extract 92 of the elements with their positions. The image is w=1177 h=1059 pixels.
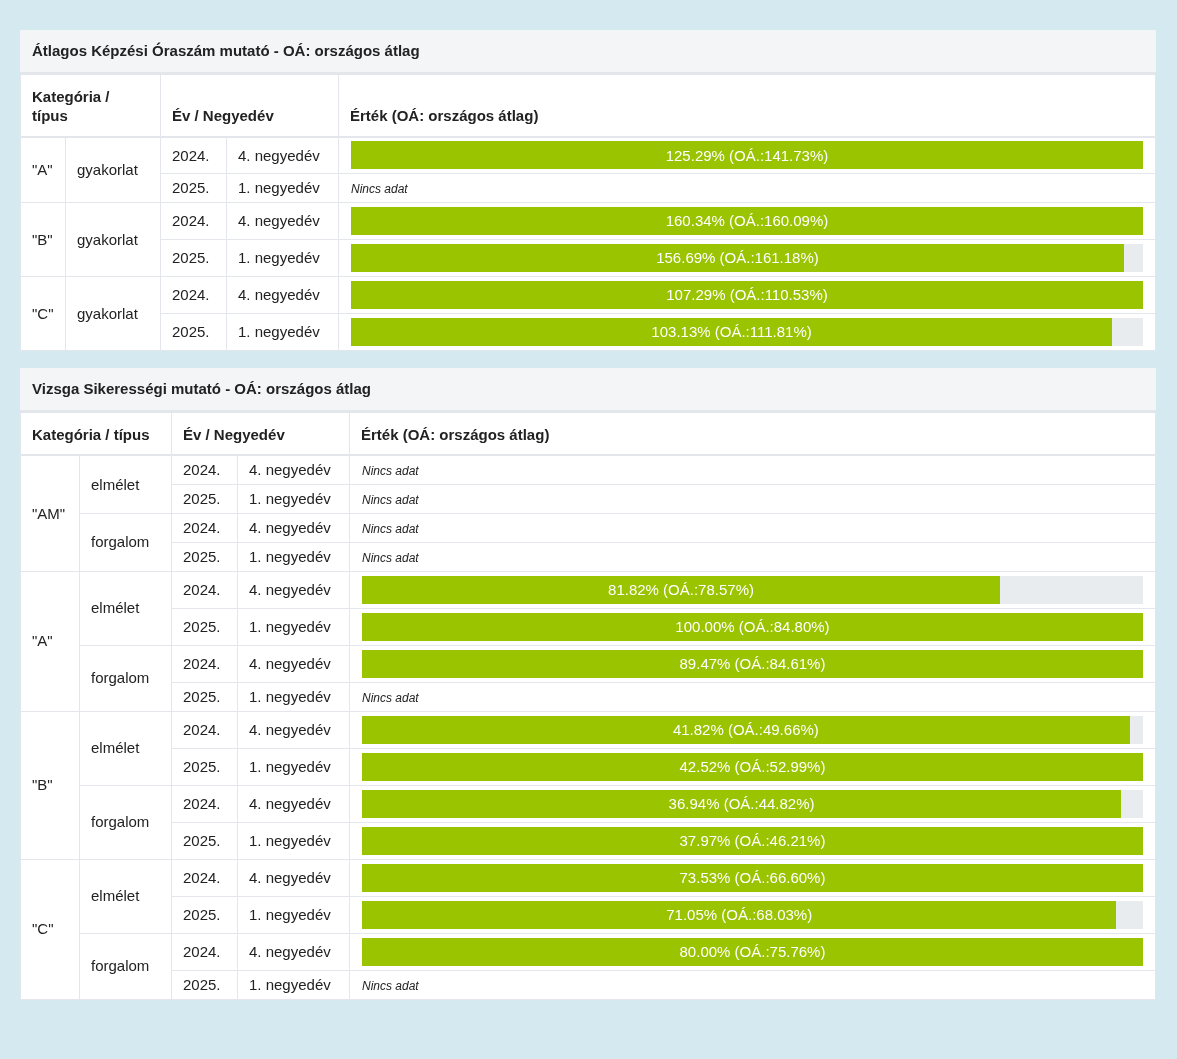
year-cell: 2025.	[171, 970, 238, 999]
year-cell: 2024.	[171, 645, 238, 682]
category-cell: "B"	[20, 202, 66, 277]
year-cell: 2024.	[171, 455, 238, 484]
year-cell: 2025.	[160, 313, 227, 351]
column-header: Érték (OÁ: országos átlag)	[338, 74, 1156, 137]
progress-bar: 100.00% (OÁ.:84.80%)	[362, 612, 1143, 641]
year-cell: 2025.	[171, 896, 238, 933]
type-cell: elmélet	[79, 859, 172, 933]
quarter-cell: 1. negyedév	[237, 822, 350, 859]
category-cell: "AM"	[20, 455, 80, 571]
quarter-cell: 1. negyedév	[237, 970, 350, 999]
category-cell: "C"	[20, 276, 66, 351]
progress-bar: 89.47% (OÁ.:84.61%)	[362, 649, 1143, 678]
progress-bar: 125.29% (OÁ.:141.73%)	[351, 141, 1143, 170]
type-cell: forgalom	[79, 645, 172, 711]
quarter-cell: 4. negyedév	[237, 859, 350, 896]
type-cell: forgalom	[79, 933, 172, 999]
no-data-text: Nincs adat	[362, 690, 419, 705]
type-cell: gyakorlat	[65, 276, 161, 351]
year-cell: 2024.	[171, 785, 238, 822]
column-header: Kategória / típus	[20, 412, 172, 455]
year-cell: 2025.	[171, 608, 238, 645]
type-cell: elmélet	[79, 571, 172, 645]
type-cell: forgalom	[79, 513, 172, 571]
year-cell: 2025.	[160, 173, 227, 203]
progress-bar: 73.53% (OÁ.:66.60%)	[362, 863, 1143, 892]
category-cell: "B"	[20, 711, 80, 859]
category-cell: "A"	[20, 136, 66, 203]
quarter-cell: 4. negyedév	[237, 571, 350, 608]
year-cell: 2024.	[171, 571, 238, 608]
no-data-text: Nincs adat	[362, 463, 419, 478]
category-cell: "A"	[20, 571, 80, 711]
quarter-cell: 4. negyedév	[237, 455, 350, 484]
type-cell: elmélet	[79, 711, 172, 785]
progress-bar: 80.00% (OÁ.:75.76%)	[362, 937, 1143, 966]
column-header: Kategória / típus	[20, 74, 161, 137]
year-cell: 2025.	[171, 542, 238, 571]
progress-bar: 36.94% (OÁ.:44.82%)	[362, 789, 1122, 818]
type-cell: gyakorlat	[65, 136, 161, 203]
quarter-cell: 4. negyedév	[237, 513, 350, 542]
quarter-cell: 4. negyedév	[237, 645, 350, 682]
progress-bar: 37.97% (OÁ.:46.21%)	[362, 826, 1143, 855]
year-cell: 2024.	[160, 202, 227, 240]
year-cell: 2024.	[171, 711, 238, 748]
year-cell: 2025.	[171, 748, 238, 785]
type-cell: forgalom	[79, 785, 172, 859]
quarter-cell: 1. negyedév	[226, 313, 339, 351]
year-cell: 2024.	[171, 513, 238, 542]
year-cell: 2024.	[160, 136, 227, 174]
quarter-cell: 1. negyedév	[226, 173, 339, 203]
progress-bar: 103.13% (OÁ.:111.81%)	[351, 318, 1113, 346]
quarter-cell: 1. negyedév	[237, 748, 350, 785]
quarter-cell: 1. negyedév	[237, 484, 350, 513]
no-data-text: Nincs adat	[362, 492, 419, 507]
progress-bar: 156.69% (OÁ.:161.18%)	[351, 244, 1124, 272]
year-cell: 2025.	[171, 682, 238, 711]
type-cell: elmélet	[79, 455, 172, 513]
year-cell: 2025.	[171, 822, 238, 859]
progress-bar: 160.34% (OÁ.:160.09%)	[351, 207, 1143, 235]
quarter-cell: 4. negyedév	[226, 202, 339, 240]
column-header: Érték (OÁ: országos átlag)	[349, 412, 1156, 455]
year-cell: 2024.	[160, 276, 227, 314]
year-cell: 2025.	[171, 484, 238, 513]
progress-bar: 107.29% (OÁ.:110.53%)	[351, 281, 1143, 309]
panel-title: Átlagos Képzési Óraszám mutató - OÁ: országos átlag	[20, 30, 1156, 74]
quarter-cell: 4. negyedév	[226, 276, 339, 314]
year-cell: 2024.	[171, 859, 238, 896]
column-header: Év / Negyedév	[171, 412, 350, 455]
quarter-cell: 1. negyedév	[237, 542, 350, 571]
year-cell: 2024.	[171, 933, 238, 970]
progress-bar: 42.52% (OÁ.:52.99%)	[362, 752, 1143, 781]
no-data-text: Nincs adat	[351, 182, 408, 197]
panel-title: Vizsga Sikerességi mutató - OÁ: országos átlag	[20, 368, 1156, 412]
progress-bar: 71.05% (OÁ.:68.03%)	[362, 900, 1117, 929]
year-cell: 2025.	[160, 239, 227, 277]
quarter-cell: 4. negyedév	[226, 136, 339, 174]
quarter-cell: 4. negyedév	[237, 933, 350, 970]
quarter-cell: 1. negyedév	[237, 896, 350, 933]
no-data-text: Nincs adat	[362, 550, 419, 565]
progress-bar: 81.82% (OÁ.:78.57%)	[362, 575, 1001, 604]
quarter-cell: 4. negyedév	[237, 711, 350, 748]
category-cell: "C"	[20, 859, 80, 999]
type-cell: gyakorlat	[65, 202, 161, 277]
quarter-cell: 4. negyedév	[237, 785, 350, 822]
no-data-text: Nincs adat	[362, 978, 419, 993]
progress-bar: 41.82% (OÁ.:49.66%)	[362, 715, 1130, 744]
quarter-cell: 1. negyedév	[226, 239, 339, 277]
quarter-cell: 1. negyedév	[237, 608, 350, 645]
column-header: Év / Negyedév	[160, 74, 339, 137]
quarter-cell: 1. negyedév	[237, 682, 350, 711]
no-data-text: Nincs adat	[362, 521, 419, 536]
